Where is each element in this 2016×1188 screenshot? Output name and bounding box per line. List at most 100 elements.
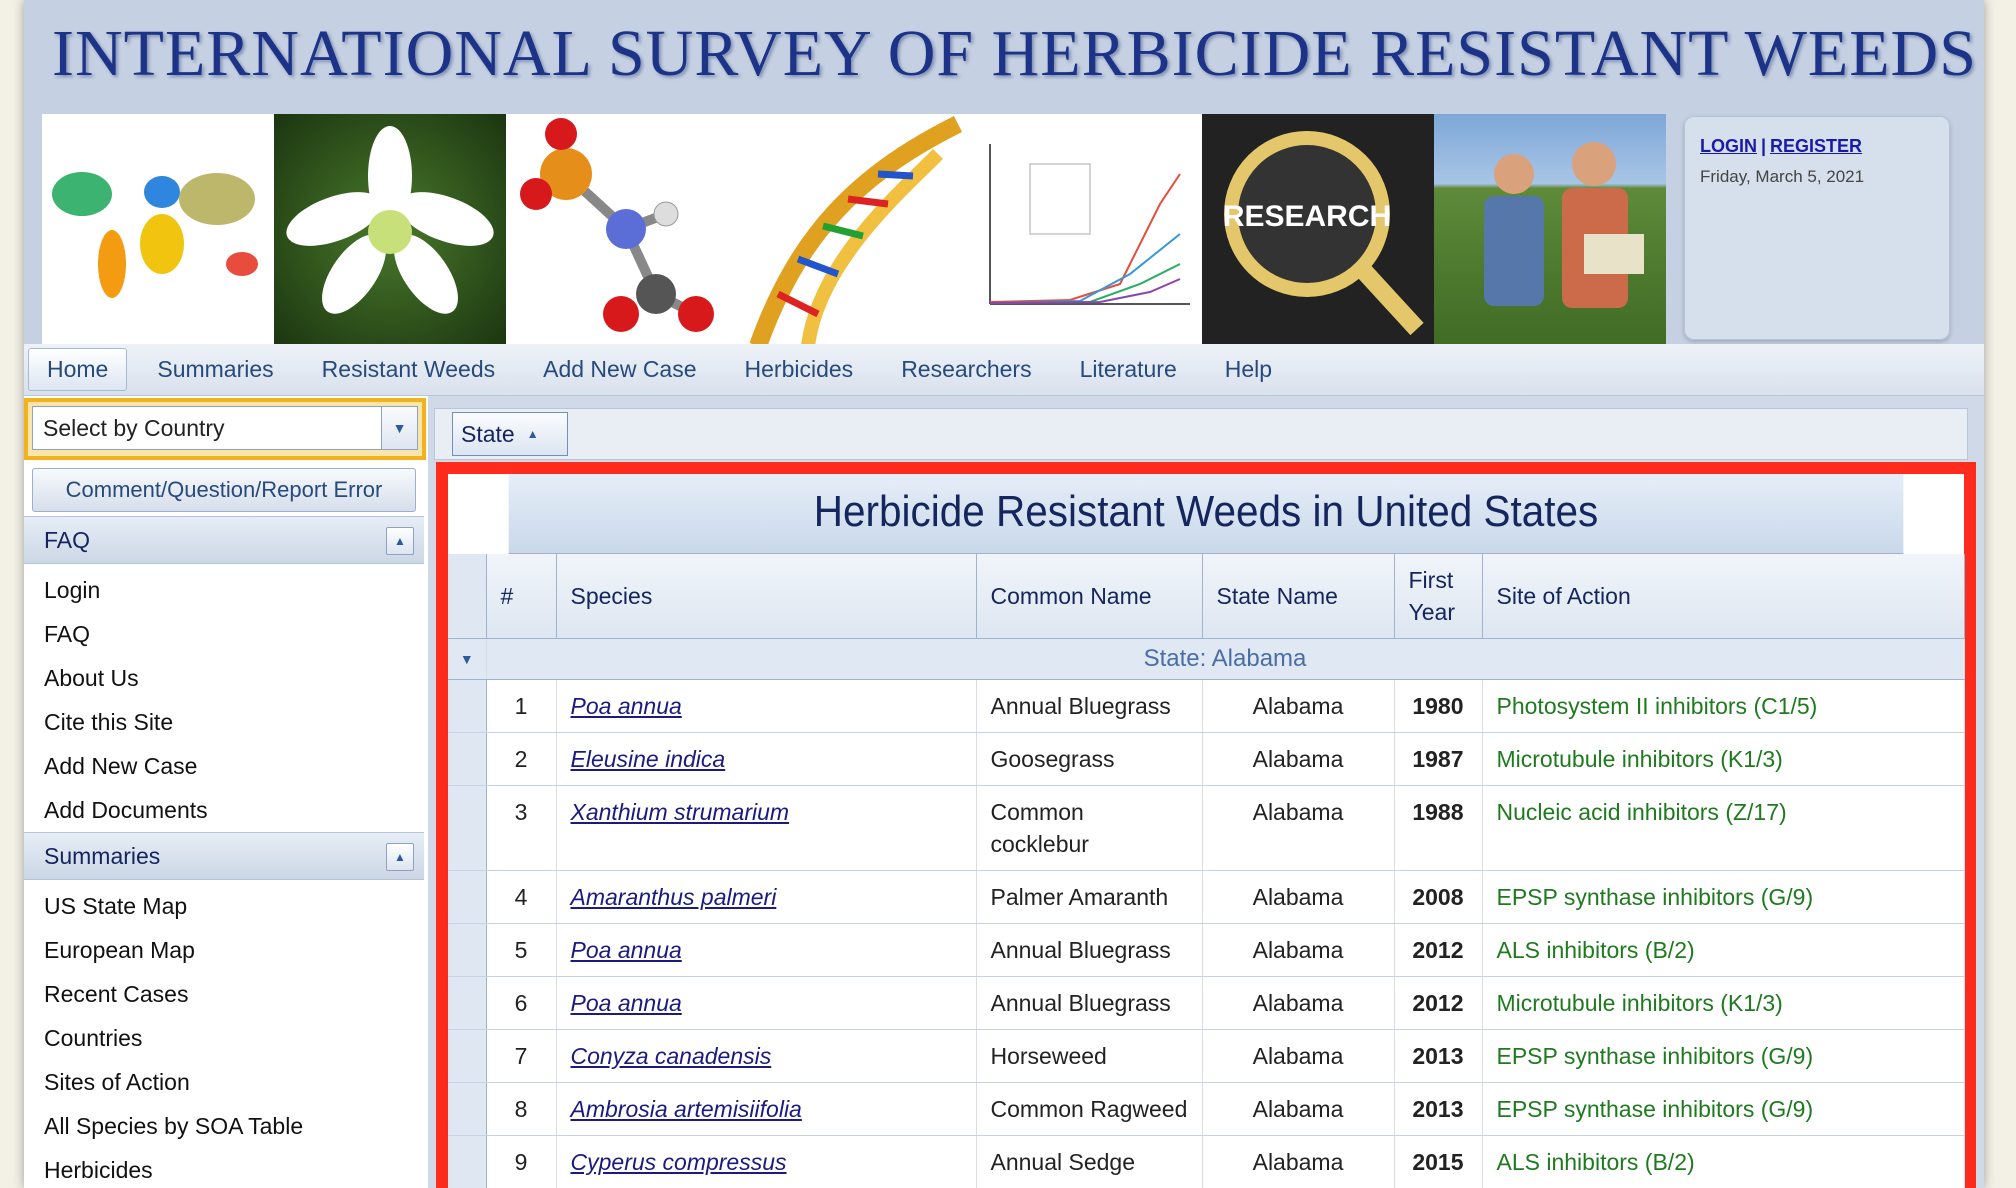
collapse-up-icon[interactable]: ▲ — [386, 527, 414, 555]
collapse-up-icon[interactable]: ▲ — [386, 843, 414, 871]
site-of-action-cell: Photosystem II inhibitors (C1/5) — [1482, 679, 1965, 733]
faq-panel-title: FAQ — [44, 526, 91, 553]
site-header: INTERNATIONAL SURVEY OF HERBICIDE RESIST… — [24, 0, 1984, 346]
col-header-common-name[interactable]: Common Name — [976, 554, 1203, 639]
site-of-action-cell: EPSP synthase inhibitors (G/9) — [1482, 1082, 1965, 1136]
sidebar-link-species-by-soa[interactable]: All Species by SOA Table — [44, 1104, 414, 1148]
flower-image — [274, 114, 506, 346]
dna-image — [738, 114, 970, 346]
state-name-cell: Alabama — [1202, 1082, 1395, 1136]
nav-help[interactable]: Help — [1201, 348, 1296, 391]
row-indent-cell — [448, 923, 487, 977]
nav-literature[interactable]: Literature — [1056, 348, 1201, 391]
col-header-num[interactable]: # — [486, 554, 557, 639]
main-content: State ▲ Herbicide Resistant Weeds in Uni… — [428, 396, 1984, 1188]
table-row: 9 Cyperus compressus Annual Sedge Alabama 20… — [448, 1135, 1965, 1188]
col-header-first-year[interactable]: First Year — [1394, 554, 1483, 639]
nav-resistant-weeds[interactable]: Resistant Weeds — [298, 348, 519, 391]
first-year-cell: 1987 — [1394, 732, 1483, 786]
col-header-site-of-action[interactable]: Site of Action — [1482, 554, 1965, 639]
state-name-cell: Alabama — [1202, 785, 1395, 871]
report-error-button[interactable]: Comment/Question/Report Error — [32, 468, 416, 512]
species-cell: Cyperus compressus — [556, 1135, 977, 1188]
species-link[interactable]: Poa annua — [571, 937, 682, 963]
sidebar-link-cite[interactable]: Cite this Site — [44, 700, 414, 744]
expand-caret-icon[interactable]: ▼ — [448, 638, 487, 680]
species-link[interactable]: Eleusine indica — [571, 746, 726, 772]
banner-images: RESEARCH — [42, 114, 1666, 346]
login-links: LOGIN | REGISTER — [1700, 136, 1934, 157]
row-indent-cell — [448, 1082, 487, 1136]
register-link[interactable]: REGISTER — [1770, 136, 1862, 156]
species-cell: Xanthium strumarium — [556, 785, 977, 871]
indent-header — [448, 554, 487, 639]
species-link[interactable]: Conyza canadensis — [571, 1043, 772, 1069]
row-number: 3 — [486, 785, 557, 871]
common-name-cell: Horseweed — [976, 1029, 1203, 1083]
site-of-action-cell: ALS inhibitors (B/2) — [1482, 923, 1965, 977]
row-indent-cell — [448, 679, 487, 733]
species-cell: Amaranthus palmeri — [556, 870, 977, 924]
state-name-cell: Alabama — [1202, 923, 1395, 977]
col-header-species[interactable]: Species — [556, 554, 977, 639]
country-select-wrapper: Select by Country ▼ — [24, 398, 426, 460]
nav-add-new-case[interactable]: Add New Case — [519, 348, 720, 391]
faq-panel-header[interactable]: FAQ ▲ — [24, 516, 424, 564]
species-link[interactable]: Amaranthus palmeri — [571, 884, 777, 910]
first-year-cell: 2013 — [1394, 1029, 1483, 1083]
sidebar-link-countries[interactable]: Countries — [44, 1016, 414, 1060]
species-link[interactable]: Poa annua — [571, 990, 682, 1016]
nav-herbicides[interactable]: Herbicides — [721, 348, 878, 391]
weeds-grid: Herbicide Resistant Weeds in United Stat… — [436, 462, 1976, 1188]
species-link[interactable]: Cyperus compressus — [571, 1149, 787, 1175]
group-by-state-chip[interactable]: State ▲ — [452, 412, 568, 456]
row-number: 4 — [486, 870, 557, 924]
sidebar-link-us-state-map[interactable]: US State Map — [44, 884, 414, 928]
faq-link-list: Login FAQ About Us Cite this Site Add Ne… — [44, 568, 414, 832]
summaries-panel-header[interactable]: Summaries ▲ — [24, 832, 424, 880]
site-of-action-cell: ALS inhibitors (B/2) — [1482, 1135, 1965, 1188]
row-number: 9 — [486, 1135, 557, 1188]
sidebar-link-add-documents[interactable]: Add Documents — [44, 788, 414, 832]
species-link[interactable]: Poa annua — [571, 693, 682, 719]
chevron-down-icon[interactable]: ▼ — [381, 407, 417, 449]
col-header-state-name[interactable]: State Name — [1202, 554, 1395, 639]
table-row: 5 Poa annua Annual Bluegrass Alabama 2012 ALS… — [448, 923, 1965, 977]
species-link[interactable]: Xanthium strumarium — [571, 799, 790, 825]
species-cell: Poa annua — [556, 923, 977, 977]
sidebar-link-add-new-case[interactable]: Add New Case — [44, 744, 414, 788]
sidebar-link-recent-cases[interactable]: Recent Cases — [44, 972, 414, 1016]
table-header-row: # Species Common Name State Name First Ye… — [448, 554, 1965, 639]
nav-home[interactable]: Home — [28, 348, 128, 391]
sidebar-link-herbicides[interactable]: Herbicides — [44, 1148, 414, 1188]
sort-ascending-icon: ▲ — [526, 427, 539, 441]
nav-summaries[interactable]: Summaries — [133, 348, 297, 391]
sidebar-link-sites-of-action[interactable]: Sites of Action — [44, 1060, 414, 1104]
site-of-action-cell: Microtubule inhibitors (K1/3) — [1482, 732, 1965, 786]
species-cell: Poa annua — [556, 976, 977, 1030]
first-year-line-2: Year — [1408, 598, 1455, 625]
sidebar-link-faq[interactable]: FAQ — [44, 612, 414, 656]
sidebar-link-login[interactable]: Login — [44, 568, 414, 612]
state-name-cell: Alabama — [1202, 870, 1395, 924]
sidebar-link-about-us[interactable]: About Us — [44, 656, 414, 700]
login-box: LOGIN | REGISTER Friday, March 5, 2021 — [1684, 116, 1950, 340]
first-year-cell: 2012 — [1394, 923, 1483, 977]
table-row: 2 Eleusine indica Goosegrass Alabama 1987 Mic… — [448, 732, 1965, 786]
species-link[interactable]: Ambrosia artemisiifolia — [571, 1096, 802, 1122]
common-name-cell: Annual Bluegrass — [976, 976, 1203, 1030]
world-map-image — [42, 114, 274, 346]
login-link[interactable]: LOGIN — [1700, 136, 1757, 156]
site-of-action-cell: Nucleic acid inhibitors (Z/17) — [1482, 785, 1965, 871]
weeds-table: # Species Common Name State Name First Ye… — [448, 554, 1965, 1188]
state-name-cell: Alabama — [1202, 732, 1395, 786]
species-cell: Eleusine indica — [556, 732, 977, 786]
table-row: 6 Poa annua Annual Bluegrass Alabama 2012 Mic… — [448, 976, 1965, 1030]
row-indent-cell — [448, 1029, 487, 1083]
row-number: 2 — [486, 732, 557, 786]
country-select[interactable]: Select by Country ▼ — [32, 406, 418, 450]
nav-researchers[interactable]: Researchers — [877, 348, 1055, 391]
sidebar-link-european-map[interactable]: European Map — [44, 928, 414, 972]
line-chart-image — [970, 114, 1202, 346]
grid-title: Herbicide Resistant Weeds in United Stat… — [508, 474, 1904, 554]
